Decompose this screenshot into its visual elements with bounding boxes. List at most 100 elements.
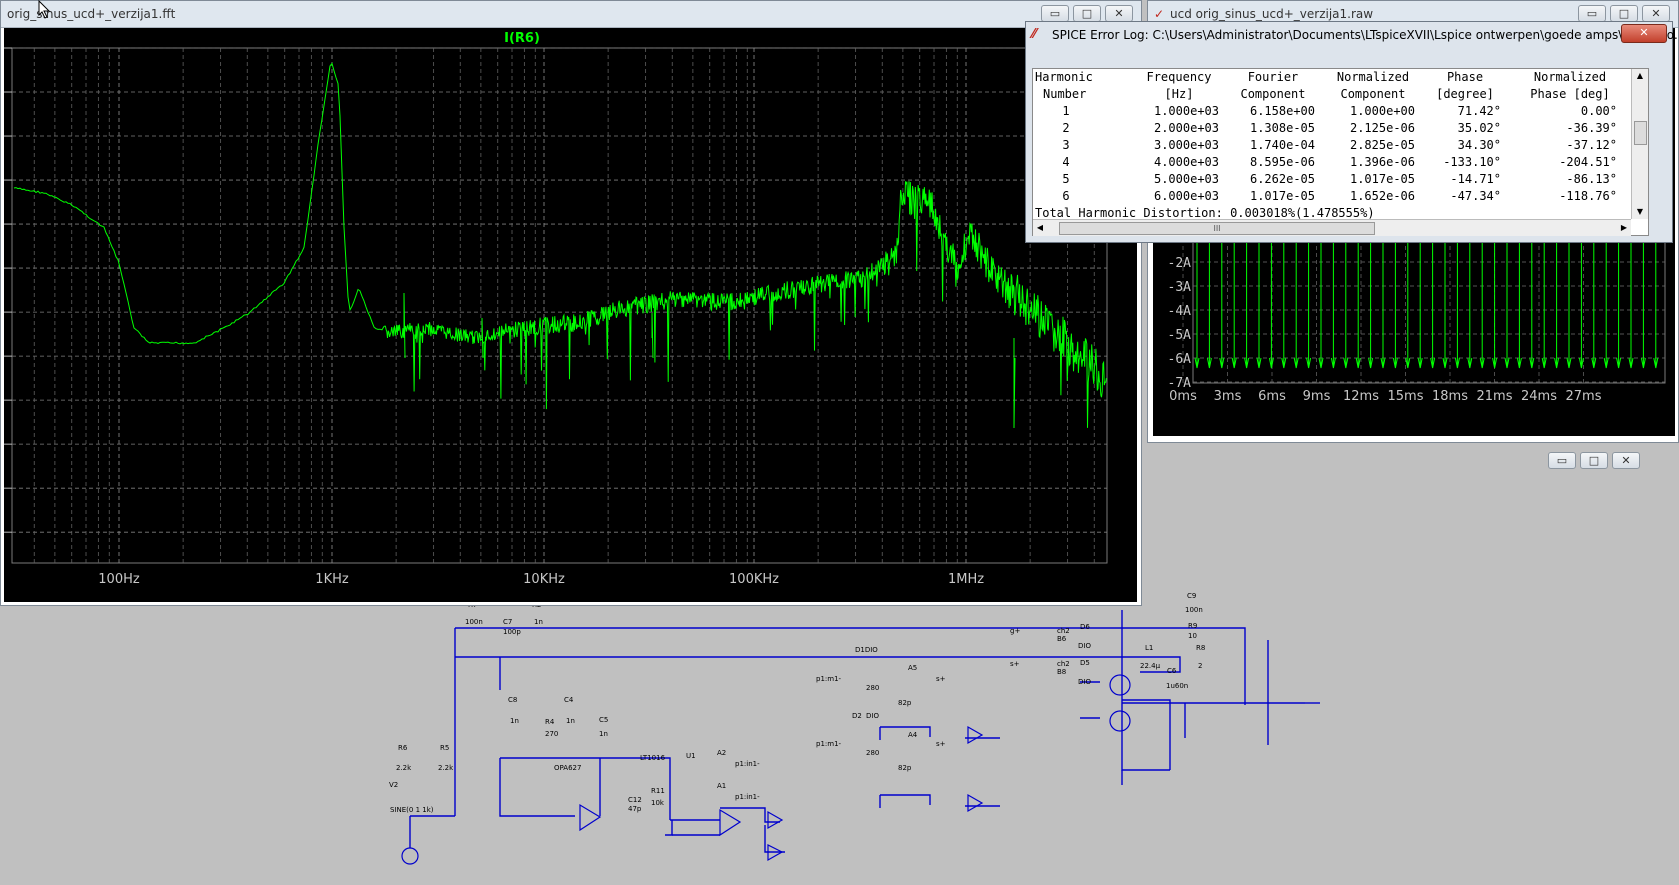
- harmonic-cell: 1.396e-06: [1349, 155, 1415, 169]
- vscroll-up-arrow-icon[interactable]: ▲: [1632, 69, 1648, 83]
- hscroll-thumb[interactable]: III: [1059, 222, 1375, 235]
- header-frequency: Frequency: [1146, 70, 1212, 84]
- harmonic-row: 5 5.000e+03 6.262e-05 1.017e-05 -14.71° -86.1…: [1033, 171, 1648, 188]
- raw-y-tick-label: -6A: [1168, 352, 1192, 367]
- harmonic-cell: 2.125e-06: [1349, 121, 1415, 135]
- fft-plot-area[interactable]: I(R6) 100Hz 1KHz 10KHz 100KHz 1MHz: [4, 28, 1137, 602]
- harmonic-row: 6 6.000e+03 1.017e-05 1.652e-06 -47.34° -118.…: [1033, 188, 1648, 205]
- raw-x-tick-label: 18ms: [1432, 389, 1468, 404]
- header-normalized: Normalized: [1336, 70, 1410, 84]
- fft-titlebar[interactable]: orig_sinus_ucd+_verzija1.fft ▭ □ ✕: [1, 1, 1141, 28]
- harmonic-cell: 2: [1062, 121, 1070, 135]
- raw-y-tick-label: -5A: [1168, 328, 1192, 343]
- header-phase-deg: Phase [deg]: [1530, 87, 1610, 101]
- error-log-close-button[interactable]: ✕: [1621, 24, 1667, 43]
- raw-x-tick-label: 6ms: [1258, 389, 1286, 404]
- harmonic-cell: 3.000e+03: [1153, 138, 1219, 152]
- harmonic-cell: -47.34°: [1450, 189, 1501, 203]
- fft-x-tick-label: 10KHz: [523, 572, 565, 587]
- raw-x-tick-label: 0ms: [1169, 389, 1197, 404]
- fft-x-tick-label: 100Hz: [98, 572, 140, 587]
- raw-y-tick-label: -4A: [1168, 304, 1192, 319]
- raw-y-tick-label: -2A: [1168, 256, 1192, 271]
- header-row-1: Harmonic Frequency Fourier Normalized Ph…: [1033, 69, 1648, 86]
- harmonic-row: 1 1.000e+03 6.158e+00 1.000e+00 71.42° 0.00°: [1033, 103, 1648, 120]
- harmonic-cell: 0.00°: [1580, 104, 1617, 118]
- error-log-hscrollbar[interactable]: ◀ III ▶: [1033, 219, 1631, 236]
- harmonic-cell: 1.000e+03: [1153, 104, 1219, 118]
- header-fourier: Fourier: [1247, 70, 1299, 84]
- harmonic-cell: 4: [1062, 155, 1070, 169]
- schematic-close-button[interactable]: ✕: [1612, 452, 1640, 469]
- fft-window[interactable]: orig_sinus_ucd+_verzija1.fft ▭ □ ✕ I(R6)…: [0, 0, 1142, 606]
- harmonic-cell: -36.39°: [1566, 121, 1617, 135]
- raw-x-tick-label: 27ms: [1566, 389, 1602, 404]
- fft-x-tick-label: 100KHz: [729, 572, 779, 587]
- raw-maximize-button[interactable]: □: [1610, 5, 1638, 22]
- harmonic-cell: 1.740e-04: [1249, 138, 1315, 152]
- ltspice-app-icon: ✓: [1154, 7, 1165, 21]
- harmonic-cell: 4.000e+03: [1153, 155, 1219, 169]
- harmonic-cell: 1.308e-05: [1249, 121, 1315, 135]
- harmonic-cell: 2.000e+03: [1153, 121, 1219, 135]
- harmonic-cell: 5: [1062, 172, 1070, 186]
- harmonic-row: 3 3.000e+03 1.740e-04 2.825e-05 34.30° -37.12…: [1033, 137, 1648, 154]
- fft-close-button[interactable]: ✕: [1105, 5, 1133, 22]
- harmonic-cell: -37.12°: [1566, 138, 1617, 152]
- header-number: Number: [1043, 87, 1087, 101]
- raw-x-tick-label: 21ms: [1477, 389, 1513, 404]
- harmonic-cell: 35.02°: [1457, 121, 1501, 135]
- hscroll-left-arrow-icon[interactable]: ◀: [1033, 220, 1047, 236]
- fft-minimize-button[interactable]: ▭: [1041, 5, 1069, 22]
- harmonic-cell: -14.71°: [1450, 172, 1501, 186]
- raw-x-tick-label: 3ms: [1214, 389, 1242, 404]
- header-component: Component: [1240, 87, 1306, 101]
- harmonic-cell: 1.000e+00: [1349, 104, 1415, 118]
- schematic-maximize-button[interactable]: □: [1580, 452, 1608, 469]
- harmonic-cell: -133.10°: [1443, 155, 1501, 169]
- harmonic-cell: 1.017e-05: [1249, 189, 1315, 203]
- header-harmonic: Harmonic: [1035, 70, 1093, 84]
- header-row-2: Number [Hz] Component Component [degree]…: [1033, 86, 1648, 103]
- error-log-title: SPICE Error Log: C:\Users\Administrator\…: [1052, 28, 1679, 42]
- schematic-minimize-button[interactable]: ▭: [1548, 452, 1576, 469]
- harmonic-cell: -86.13°: [1566, 172, 1617, 186]
- raw-window-title: ucd orig_sinus_ucd+_verzija1.raw: [1170, 7, 1374, 21]
- mouse-pointer-icon: [38, 0, 51, 19]
- fft-trace-label[interactable]: I(R6): [504, 31, 540, 46]
- spice-error-log-window[interactable]: ⁄⁄ SPICE Error Log: C:\Users\Administrat…: [1025, 21, 1679, 243]
- error-log-text[interactable]: Harmonic Frequency Fourier Normalized Ph…: [1032, 68, 1649, 236]
- vscroll-thumb[interactable]: [1634, 121, 1647, 145]
- harmonic-cell: 5.000e+03: [1153, 172, 1219, 186]
- harmonic-cell: 6.158e+00: [1249, 104, 1315, 118]
- header-hz: [Hz]: [1164, 87, 1194, 101]
- harmonic-cell: -118.76°: [1559, 189, 1617, 203]
- fft-x-tick-label: 1KHz: [315, 572, 349, 587]
- harmonic-cell: 6.262e-05: [1249, 172, 1315, 186]
- harmonic-cell: 6.000e+03: [1153, 189, 1219, 203]
- raw-minimize-button[interactable]: ▭: [1578, 5, 1606, 22]
- ltspice-app-icon: ⁄⁄: [1032, 27, 1037, 42]
- error-log-titlebar[interactable]: ⁄⁄ SPICE Error Log: C:\Users\Administrat…: [1026, 22, 1679, 48]
- harmonic-cell: 1.017e-05: [1349, 172, 1415, 186]
- error-log-vscrollbar[interactable]: ▲ ▼: [1631, 69, 1648, 219]
- raw-x-tick-label: 12ms: [1343, 389, 1379, 404]
- header-degree: [degree]: [1436, 87, 1494, 101]
- header-component-2: Component: [1340, 87, 1406, 101]
- harmonic-row: 4 4.000e+03 8.595e-06 1.396e-06 -133.10° -204…: [1033, 154, 1648, 171]
- fft-maximize-button[interactable]: □: [1073, 5, 1101, 22]
- header-phase: Phase: [1446, 70, 1484, 84]
- harmonic-cell: 8.595e-06: [1249, 155, 1315, 169]
- raw-x-tick-label: 15ms: [1388, 389, 1424, 404]
- raw-trace: [1194, 228, 1659, 369]
- vscroll-down-arrow-icon[interactable]: ▼: [1632, 205, 1648, 219]
- raw-y-tick-label: -3A: [1168, 280, 1192, 295]
- harmonic-cell: 1: [1062, 104, 1070, 118]
- hscroll-right-arrow-icon[interactable]: ▶: [1617, 220, 1631, 236]
- harmonic-cell: 2.825e-05: [1349, 138, 1415, 152]
- harmonic-cell: 34.30°: [1457, 138, 1501, 152]
- fft-window-title: orig_sinus_ucd+_verzija1.fft: [7, 7, 176, 21]
- harmonic-row: 2 2.000e+03 1.308e-05 2.125e-06 35.02° -36.39…: [1033, 120, 1648, 137]
- raw-close-button[interactable]: ✕: [1642, 5, 1670, 22]
- fft-plot-svg: I(R6) 100Hz 1KHz 10KHz 100KHz 1MHz: [4, 31, 1108, 587]
